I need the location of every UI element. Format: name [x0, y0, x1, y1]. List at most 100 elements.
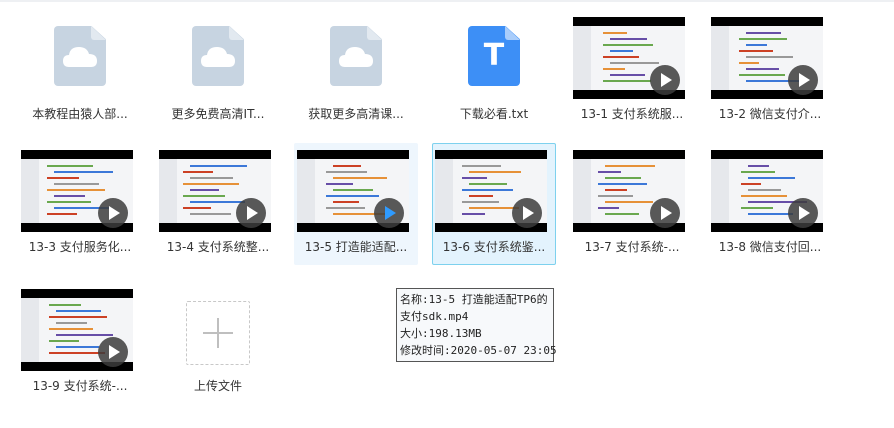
- file-thumbnail: [157, 144, 279, 234]
- file-item[interactable]: 13-7 支付系统-...: [570, 143, 694, 265]
- file-name-label: 13-6 支付系统鉴...: [442, 240, 546, 254]
- frame-code-line: [605, 177, 641, 179]
- frame-sidebar: [159, 159, 177, 223]
- play-icon[interactable]: [512, 198, 542, 228]
- cloud-icon: [201, 47, 235, 67]
- file-name-label: 13-4 支付系统整...: [166, 240, 270, 254]
- video-thumbnail: [711, 150, 823, 232]
- file-name-label: 13-5 打造能适配...: [304, 240, 408, 254]
- frame-code-line: [603, 68, 625, 70]
- file-item[interactable]: 获取更多高清课...: [294, 10, 418, 132]
- play-icon[interactable]: [98, 337, 128, 367]
- frame-code-line: [183, 171, 213, 173]
- frame-code-line: [190, 213, 231, 215]
- frame-code-line: [603, 32, 627, 34]
- frame-code-line: [598, 171, 621, 173]
- frame-sidebar: [573, 159, 591, 223]
- frame-code-line: [49, 316, 107, 318]
- plus-icon[interactable]: [186, 301, 250, 365]
- video-thumbnail: [21, 289, 133, 371]
- frame-code-line: [190, 165, 247, 167]
- frame-code-line: [56, 322, 87, 324]
- video-thumbnail: [435, 150, 547, 232]
- file-thumbnail: [709, 11, 831, 101]
- frame-code-line: [598, 183, 647, 185]
- play-icon[interactable]: [374, 198, 404, 228]
- frame-code-line: [746, 56, 793, 58]
- frame-code-line: [183, 183, 239, 185]
- file-item[interactable]: 13-3 支付服务化...: [18, 143, 142, 265]
- frame-code-line: [462, 189, 513, 191]
- cloud-shape: [201, 47, 235, 67]
- frame-code-line: [56, 346, 99, 348]
- file-item[interactable]: 13-4 支付系统整...: [156, 143, 280, 265]
- cloud-file-icon: [54, 26, 106, 86]
- frame-code-line: [746, 68, 779, 70]
- frame-code-line: [739, 38, 787, 40]
- file-name-label: 获取更多高清课...: [308, 107, 404, 121]
- frame-code-line: [47, 165, 93, 167]
- frame-code-line: [56, 310, 101, 312]
- play-icon[interactable]: [788, 65, 818, 95]
- file-item[interactable]: T 下载必看.txt: [432, 10, 556, 132]
- frame-code-line: [326, 195, 379, 197]
- upload-file-button[interactable]: 上传文件: [156, 282, 280, 404]
- frame-code-line: [326, 207, 365, 209]
- file-item[interactable]: 本教程由猿人部...: [18, 10, 142, 132]
- frame-code-line: [739, 62, 759, 64]
- frame-code-line: [49, 340, 79, 342]
- file-item[interactable]: 13-9 支付系统-...: [18, 282, 142, 404]
- file-item[interactable]: 13-6 支付系统鉴...: [432, 143, 556, 265]
- frame-code-line: [605, 165, 655, 167]
- frame-code-line: [333, 177, 387, 179]
- frame-code-line: [183, 195, 225, 197]
- frame-code-line: [469, 183, 507, 185]
- file-item[interactable]: 13-8 微信支付回...: [708, 143, 832, 265]
- file-thumbnail: [709, 144, 831, 234]
- file-name-label: 13-9 支付系统-...: [32, 379, 128, 393]
- frame-code-line: [54, 171, 113, 173]
- frame-code-line: [462, 201, 499, 203]
- frame-code-line: [748, 213, 793, 215]
- play-icon[interactable]: [788, 198, 818, 228]
- file-thumbnail: [571, 144, 693, 234]
- file-thumbnail: [19, 144, 141, 234]
- frame-code-line: [603, 56, 639, 58]
- cloud-shape: [63, 47, 97, 67]
- play-icon[interactable]: [650, 198, 680, 228]
- frame-code-line: [605, 213, 639, 215]
- frame-sidebar: [435, 159, 453, 223]
- text-file-icon: T: [468, 26, 520, 86]
- frame-sidebar: [573, 26, 591, 90]
- file-item[interactable]: 13-2 微信支付介...: [708, 10, 832, 132]
- play-icon[interactable]: [650, 65, 680, 95]
- file-name-label: 13-3 支付服务化...: [28, 240, 132, 254]
- file-item[interactable]: 13-5 打造能适配...: [294, 143, 418, 265]
- frame-code-line: [462, 213, 485, 215]
- cloud-shape: [339, 47, 373, 67]
- tooltip-size: 大小:198.13MB: [400, 327, 482, 340]
- frame-code-line: [748, 165, 769, 167]
- frame-code-line: [741, 195, 787, 197]
- tooltip-name-line2: 支付sdk.mp4: [400, 310, 469, 323]
- file-name-label: 13-8 微信支付回...: [718, 240, 822, 254]
- play-icon[interactable]: [98, 198, 128, 228]
- play-icon[interactable]: [236, 198, 266, 228]
- top-divider: [0, 0, 894, 2]
- video-thumbnail: [711, 17, 823, 99]
- frame-code-line: [739, 50, 773, 52]
- file-item[interactable]: 13-1 支付系统服...: [570, 10, 694, 132]
- file-item[interactable]: 更多免费高清IT...: [156, 10, 280, 132]
- frame-sidebar: [711, 26, 729, 90]
- file-thumbnail: [157, 11, 279, 101]
- video-thumbnail: [297, 150, 409, 232]
- file-thumbnail: T: [433, 11, 555, 101]
- video-thumbnail: [159, 150, 271, 232]
- frame-code-line: [598, 195, 633, 197]
- frame-code-line: [462, 165, 501, 167]
- frame-code-line: [739, 74, 785, 76]
- frame-code-line: [49, 328, 93, 330]
- cloud-icon: [63, 47, 97, 67]
- frame-code-line: [190, 201, 245, 203]
- frame-code-line: [469, 195, 493, 197]
